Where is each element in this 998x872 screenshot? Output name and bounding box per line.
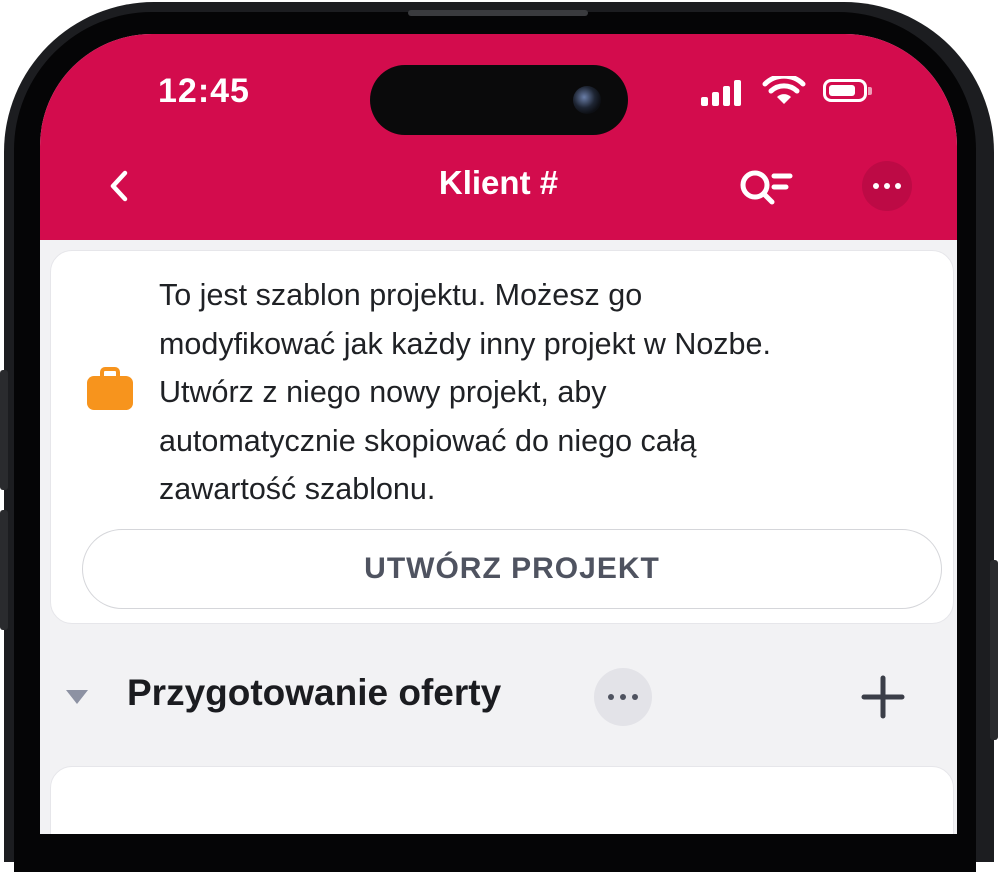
battery-icon [823,79,872,102]
create-project-button[interactable]: UTWÓRZ PROJEKT [82,529,942,609]
camera-icon [573,86,601,114]
briefcase-icon [87,367,133,410]
status-time: 12:45 [158,72,250,110]
template-notice-card: To jest szablon projektu. Możesz go mody… [50,250,954,624]
section-header: Przygotowanie oferty [40,654,957,734]
wifi-icon [762,76,806,104]
more-horizontal-icon [608,694,614,700]
search-filter-icon[interactable] [738,168,794,208]
section-title: Przygotowanie oferty [127,672,502,713]
speaker-grille [408,10,588,16]
template-notice-line: Utwórz z niego nowy projekt, aby [159,375,607,409]
side-button-left-1 [0,370,8,490]
app-header: 12:45 Klient # [40,34,957,240]
template-notice-line: modyfikować jak każdy inny projekt w Noz… [159,326,771,361]
side-button-right [990,560,998,740]
page-title: Klient # [438,164,559,201]
signal-icon [701,80,741,106]
more-options-button[interactable] [862,161,912,211]
section-more-button[interactable] [594,668,652,726]
dynamic-island [370,65,628,135]
triangle-down-icon[interactable] [64,688,90,706]
app-screen: 12:45 Klient # To jest szablon projektu.… [40,34,957,834]
more-horizontal-icon [873,183,879,189]
task-list-card[interactable] [50,766,954,834]
template-notice-line: To jest szablon projektu. Możesz go [159,278,643,312]
template-notice-text: To jest szablon projektu. Możesz go mody… [159,271,919,514]
template-notice-line: automatycznie skopiować do niego całą [159,423,697,458]
template-notice-line: zawartość szablonu. [159,472,436,506]
side-button-left-2 [0,510,8,630]
plus-icon[interactable] [860,674,906,720]
